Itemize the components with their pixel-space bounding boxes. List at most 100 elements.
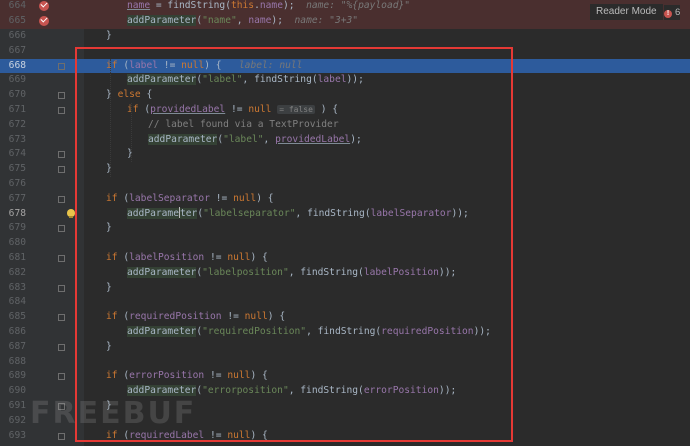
line-number[interactable]: 687 — [0, 340, 26, 355]
line-number[interactable]: 686 — [0, 325, 26, 340]
code-line-682[interactable]: 682 addParameter("labelposition", findStr… — [0, 266, 690, 281]
line-number[interactable]: 680 — [0, 236, 26, 251]
code-line-687[interactable]: 687} — [0, 340, 690, 355]
code-line-680[interactable]: 680 — [0, 236, 690, 251]
line-number[interactable]: 693 — [0, 429, 26, 444]
code-line-672[interactable]: 672 // label found via a TextProvider — [0, 118, 690, 133]
code-line-664[interactable]: 664 name = findString(this.name); name: "… — [0, 0, 690, 15]
fold-marker-icon[interactable] — [58, 314, 65, 322]
breakpoint-icon[interactable] — [39, 0, 49, 12]
fold-marker-icon[interactable] — [58, 151, 65, 159]
line-number[interactable]: 682 — [0, 266, 26, 281]
code-line-681[interactable]: 681 if (labelPosition != null) { — [0, 251, 690, 266]
code-line-679[interactable]: 679} — [0, 221, 690, 236]
line-number[interactable]: 677 — [0, 192, 26, 207]
line-number[interactable]: 668 — [0, 59, 26, 74]
fold-marker-icon[interactable] — [58, 225, 65, 233]
code-token: , findString( — [288, 266, 364, 278]
line-number[interactable]: 672 — [0, 118, 26, 133]
line-number[interactable]: 681 — [0, 251, 26, 266]
code-line-675[interactable]: 675} — [0, 162, 690, 177]
line-number[interactable]: 666 — [0, 29, 26, 44]
code-token: ) { — [250, 252, 268, 263]
code-editor[interactable]: 664 name = findString(this.name); name: "… — [0, 0, 690, 446]
line-number[interactable]: 675 — [0, 162, 26, 177]
code-text[interactable]: addParameter("labelseparator", findStrin… — [127, 207, 469, 222]
fold-marker-icon[interactable] — [58, 284, 65, 292]
code-line-674[interactable]: 674} — [0, 147, 690, 162]
line-number[interactable]: 664 — [0, 0, 26, 14]
code-text[interactable]: if (providedLabel != null = false ) { — [127, 103, 338, 118]
code-line-673[interactable]: 673 addParameter("label", providedLabel); — [0, 133, 690, 148]
fold-marker-icon[interactable] — [58, 373, 65, 381]
code-text[interactable]: // label found via a TextProvider — [148, 118, 339, 133]
reader-mode-button[interactable]: Reader Mode — [590, 4, 663, 20]
code-token: "errorposition" — [202, 385, 289, 397]
line-number[interactable]: 683 — [0, 281, 26, 296]
code-text[interactable]: } else { — [106, 88, 152, 103]
line-number[interactable]: 673 — [0, 133, 26, 148]
code-line-670[interactable]: 670 } else { — [0, 88, 690, 103]
fold-marker-icon[interactable] — [58, 107, 65, 114]
code-line-676[interactable]: 676 — [0, 177, 690, 192]
line-number[interactable]: 691 — [0, 399, 26, 414]
code-text[interactable]: if (errorPosition != null) { — [106, 369, 268, 384]
code-line-665[interactable]: 665 addParameter("name", name); name: "3+… — [0, 14, 690, 29]
line-number[interactable]: 689 — [0, 369, 26, 384]
code-line-684[interactable]: 684 — [0, 295, 690, 310]
line-number[interactable]: 692 — [0, 414, 26, 429]
code-token: null — [233, 192, 257, 204]
code-text[interactable]: if (labelPosition != null) { — [106, 251, 268, 266]
fold-marker-icon[interactable] — [58, 195, 65, 203]
code-line-669[interactable]: 669 addParameter("label", findString(labe… — [0, 73, 690, 88]
line-number[interactable]: 684 — [0, 295, 26, 310]
code-text[interactable]: name = findString(this.name); name: "%{p… — [127, 0, 410, 14]
intention-bulb-icon[interactable] — [67, 208, 75, 218]
line-number[interactable]: 679 — [0, 221, 26, 236]
code-line-689[interactable]: 689 if (errorPosition != null) { — [0, 369, 690, 384]
line-number[interactable]: 671 — [0, 103, 26, 118]
line-number[interactable]: 667 — [0, 44, 26, 59]
code-line-671[interactable]: 671 if (providedLabel != null = false ) { — [0, 103, 690, 118]
line-number[interactable]: 670 — [0, 88, 26, 103]
warnings-indicator[interactable]: ! 6 — [664, 5, 681, 20]
line-number[interactable]: 688 — [0, 355, 26, 370]
code-text[interactable]: if (labelSeparator != null) { — [106, 192, 274, 207]
code-text[interactable]: } — [106, 221, 112, 236]
code-text[interactable]: addParameter("name", name); name: "3+3" — [127, 14, 358, 29]
fold-marker-icon[interactable] — [58, 166, 65, 174]
line-number[interactable]: 690 — [0, 384, 26, 399]
code-text[interactable]: addParameter("labelposition", findString… — [127, 266, 456, 281]
code-text[interactable]: } — [106, 281, 112, 296]
line-number[interactable]: 669 — [0, 73, 26, 88]
code-text[interactable]: if (requiredPosition != null) { — [106, 310, 285, 325]
code-text[interactable]: addParameter("requiredPosition", findStr… — [127, 325, 491, 340]
code-line-685[interactable]: 685 if (requiredPosition != null) { — [0, 310, 690, 325]
fold-marker-icon[interactable] — [58, 255, 65, 262]
line-number[interactable]: 665 — [0, 14, 26, 29]
code-token: if — [106, 370, 118, 382]
code-text[interactable]: if (label != null) { label: null — [106, 59, 302, 74]
line-number[interactable]: 678 — [0, 207, 26, 222]
code-line-667[interactable]: 667 — [0, 44, 690, 59]
code-text[interactable]: addParameter("label", providedLabel); — [148, 133, 362, 148]
code-text[interactable]: } — [106, 340, 112, 355]
fold-marker-icon[interactable] — [58, 62, 65, 70]
code-text[interactable]: } — [106, 29, 112, 44]
line-number[interactable]: 676 — [0, 177, 26, 192]
code-text[interactable]: addParameter("label", findString(label))… — [127, 73, 364, 88]
code-line-686[interactable]: 686 addParameter("requiredPosition", find… — [0, 325, 690, 340]
code-line-666[interactable]: 666} — [0, 29, 690, 44]
fold-marker-icon[interactable] — [58, 92, 65, 100]
breakpoint-icon[interactable] — [39, 15, 49, 27]
code-line-688[interactable]: 688 — [0, 355, 690, 370]
code-line-683[interactable]: 683} — [0, 281, 690, 296]
code-line-677[interactable]: 677 if (labelSeparator != null) { — [0, 192, 690, 207]
code-line-678[interactable]: 678 addParameter("labelseparator", findSt… — [0, 207, 690, 222]
fold-marker-icon[interactable] — [58, 432, 65, 440]
code-token: providedLabel — [275, 133, 351, 145]
line-number[interactable]: 674 — [0, 147, 26, 162]
line-number[interactable]: 685 — [0, 310, 26, 325]
fold-marker-icon[interactable] — [58, 343, 65, 351]
code-line-668[interactable]: 668 if (label != null) { label: null — [0, 58, 690, 74]
